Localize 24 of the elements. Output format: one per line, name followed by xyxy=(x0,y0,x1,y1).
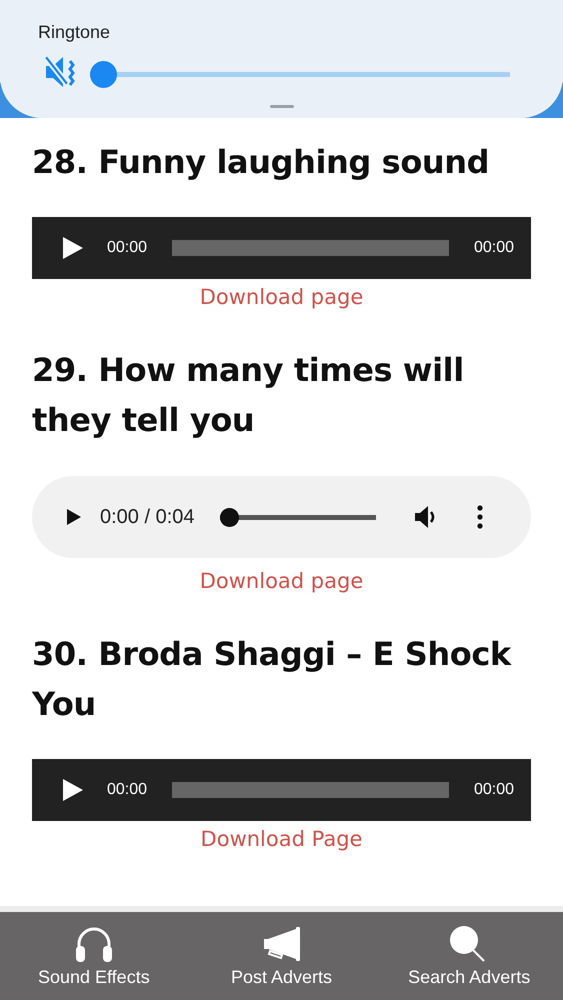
volume-label: Ringtone xyxy=(38,22,110,43)
current-time: 00:00 xyxy=(107,239,148,257)
sound-title: 29. How many times will they tell you xyxy=(32,350,465,441)
slider-thumb[interactable] xyxy=(90,60,117,88)
duration-time: 00:00 xyxy=(474,239,514,257)
nav-button[interactable]: Post Adverts xyxy=(188,912,376,1000)
headphones-icon xyxy=(74,925,114,963)
play-icon[interactable] xyxy=(66,508,82,526)
current-time: 00:00 xyxy=(107,781,148,799)
seek-thumb[interactable] xyxy=(220,508,239,526)
more-icon[interactable] xyxy=(476,505,484,529)
sound-title: 28. Funny laughing sound xyxy=(32,142,490,183)
nav-button[interactable]: Search Adverts xyxy=(375,912,563,1000)
duration-time: 00:00 xyxy=(474,781,514,799)
sound-title: 30. Broda Shaggi – E Shock You xyxy=(32,634,512,725)
download-link[interactable]: Download Page xyxy=(200,827,362,851)
play-icon[interactable] xyxy=(62,778,84,802)
nav-button[interactable]: Sound Effects xyxy=(0,912,188,1000)
play-icon[interactable] xyxy=(62,236,84,260)
megaphone-icon xyxy=(262,925,302,963)
playback-time: 0:00 / 0:04 xyxy=(100,506,195,528)
download-link[interactable]: Download page xyxy=(200,569,364,593)
download-link[interactable]: Download page xyxy=(200,285,364,309)
drag-handle[interactable] xyxy=(270,105,294,108)
